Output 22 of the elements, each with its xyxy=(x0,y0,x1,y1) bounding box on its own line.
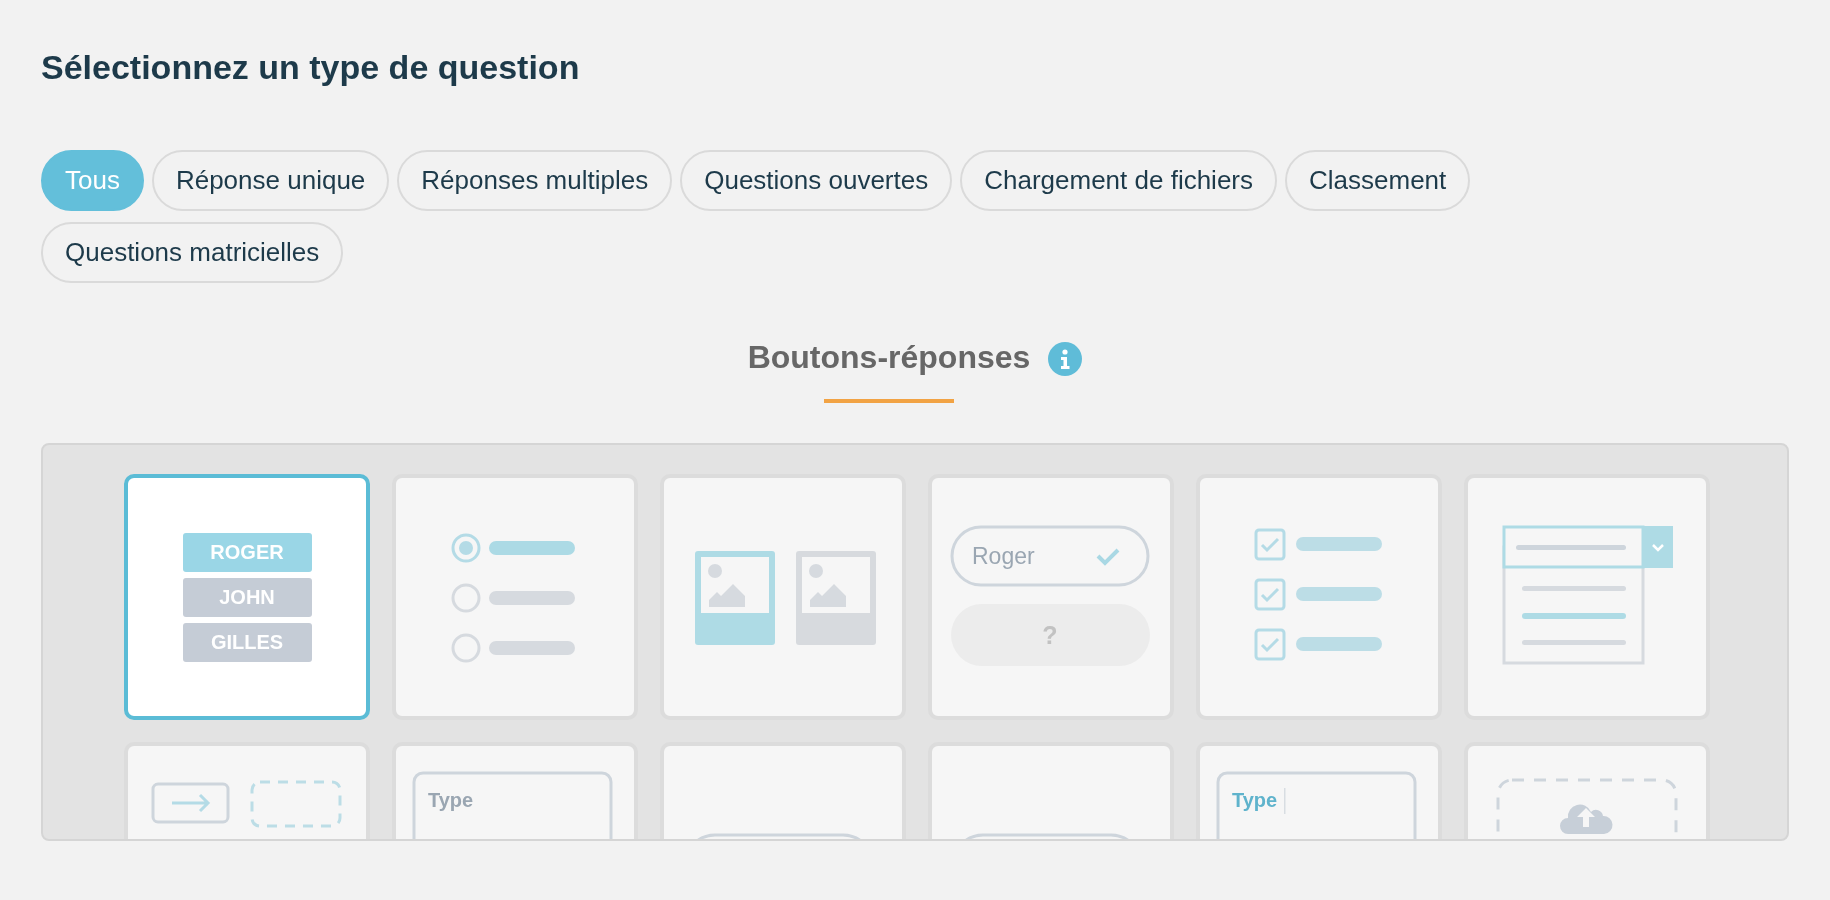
placeholder-text: Type xyxy=(1232,789,1278,811)
filter-tab[interactable]: Réponse unique xyxy=(151,150,390,211)
hint-text: ? xyxy=(1042,621,1058,649)
name-option: JOHN xyxy=(182,577,312,617)
placeholder-text: Type xyxy=(428,789,474,811)
question-type-tile[interactable] xyxy=(392,474,638,720)
check-icon xyxy=(1096,548,1120,566)
answer-text: Roger xyxy=(972,543,1035,569)
filter-tab[interactable]: Questions ouvertes xyxy=(680,150,953,211)
filter-tab[interactable]: Questions matricielles xyxy=(41,222,344,283)
info-icon[interactable] xyxy=(1048,342,1083,376)
filter-tab[interactable]: Classement xyxy=(1285,150,1471,211)
name-option: GILLES xyxy=(182,622,312,662)
section-title: Boutons-réponses xyxy=(747,338,1031,377)
page-title: Sélectionnez un type de question xyxy=(41,47,581,88)
filter-tab[interactable]: Chargement de fichiers xyxy=(960,150,1278,211)
name-option: ROGER xyxy=(182,532,312,572)
question-type-tile[interactable] xyxy=(1196,474,1442,720)
filter-tab[interactable]: Réponses multiples xyxy=(397,150,673,211)
question-type-tile[interactable] xyxy=(660,474,906,720)
cloud-upload-icon xyxy=(1560,804,1613,834)
question-type-tile[interactable] xyxy=(1464,474,1710,720)
